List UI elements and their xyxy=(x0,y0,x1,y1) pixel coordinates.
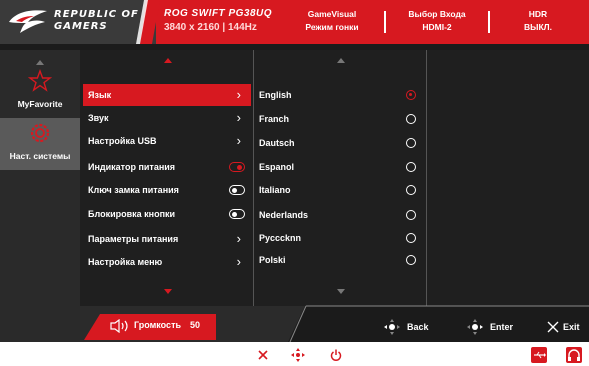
language-label: Dautsch xyxy=(259,138,295,148)
radio-icon[interactable] xyxy=(406,233,416,243)
language-option-spanish[interactable]: Espanol xyxy=(255,156,425,178)
column-divider xyxy=(426,50,427,306)
menu-item-language[interactable]: Язык › xyxy=(83,84,251,106)
language-option-polish[interactable]: Polski xyxy=(255,249,425,271)
radio-icon[interactable] xyxy=(406,138,416,148)
menu-item-label: Индикатор питания xyxy=(88,162,176,172)
menu-item-key-lock[interactable]: Блокировка кнопки xyxy=(83,203,251,225)
hdr-title: HDR xyxy=(528,9,548,19)
gear-icon xyxy=(30,123,50,143)
language-label: Italiano xyxy=(259,185,291,195)
menu-item-label: Настройка USB xyxy=(88,136,157,146)
input-select-status: Выбор Входа HDMI-2 xyxy=(388,8,486,34)
brand-line-2: GAMERS xyxy=(54,21,108,32)
hdr-status: HDR ВЫКЛ. xyxy=(492,8,584,34)
language-scroll-up-icon[interactable] xyxy=(337,58,345,63)
monitor-model: ROG SWIFT PG38UQ xyxy=(164,8,273,19)
radio-icon[interactable] xyxy=(406,114,416,124)
gamevisual-status: GameVisual Режим гонки xyxy=(282,8,382,34)
exit-button[interactable]: Exit xyxy=(545,318,589,336)
language-label: English xyxy=(259,90,292,100)
menu-item-label: Ключ замка питания xyxy=(88,185,179,195)
radio-icon[interactable] xyxy=(406,210,416,220)
volume-label: Громкость xyxy=(134,320,182,330)
power-key-lock-toggle[interactable] xyxy=(229,185,245,195)
radio-icon[interactable] xyxy=(406,185,416,195)
usb-icon xyxy=(531,347,547,363)
language-option-russian[interactable]: Pycccknn xyxy=(255,227,425,249)
star-icon xyxy=(28,69,52,92)
input-select-title: Выбор Входа xyxy=(408,9,466,19)
five-way-nav-icon xyxy=(291,348,305,362)
menu-item-label: Параметры питания xyxy=(88,234,179,244)
headphones-icon xyxy=(568,349,580,361)
osd-window: REPUBLIC OF GAMERS ROG SWIFT PG38UQ 3840… xyxy=(0,0,589,342)
joystick-right-icon xyxy=(467,319,483,335)
header-separator xyxy=(488,11,490,33)
key-lock-toggle[interactable] xyxy=(229,209,245,219)
language-label: Nederlands xyxy=(259,210,309,220)
language-option-dutch[interactable]: Nederlands xyxy=(255,204,425,226)
menu-item-sound[interactable]: Звук › xyxy=(83,107,251,129)
resolution-readout: 3840 x 2160 | 144Hz xyxy=(164,22,257,33)
radio-icon[interactable] xyxy=(406,255,416,265)
sidebar-item-system-setup[interactable]: Наст. системы xyxy=(0,118,80,170)
enter-label: Enter xyxy=(490,322,514,332)
chevron-right-icon: › xyxy=(236,254,241,269)
exit-label: Exit xyxy=(563,322,580,332)
chevron-right-icon: › xyxy=(236,231,241,246)
menu-item-osd-setup[interactable]: Настройка меню › xyxy=(83,251,251,273)
chevron-right-icon: › xyxy=(236,87,241,102)
radio-selected-icon[interactable] xyxy=(406,90,416,100)
usb-symbol-icon xyxy=(534,351,546,359)
gamevisual-title: GameVisual xyxy=(307,9,357,19)
menu-item-usb-setup[interactable]: Настройка USB › xyxy=(83,130,251,152)
menu-item-power-key-lock[interactable]: Ключ замка питания xyxy=(83,179,251,201)
menu-item-label: Звук xyxy=(88,113,109,123)
rog-eye-icon xyxy=(9,10,47,33)
sidebar-item-label: Наст. системы xyxy=(9,151,71,161)
speaker-volume-icon xyxy=(110,319,128,333)
back-button[interactable]: Back xyxy=(383,318,443,336)
language-option-french[interactable]: Franch xyxy=(255,108,425,130)
header-separator xyxy=(384,11,386,33)
sidebar-scroll-up-icon[interactable] xyxy=(36,60,44,65)
language-label: Pycccknn xyxy=(259,233,302,243)
chevron-right-icon: › xyxy=(236,110,241,125)
column-divider xyxy=(253,50,254,306)
enter-button[interactable]: Enter xyxy=(466,318,526,336)
radio-icon[interactable] xyxy=(406,162,416,172)
rog-logo: REPUBLIC OF GAMERS xyxy=(8,6,148,38)
sidebar-item-myfavorite[interactable]: MyFavorite xyxy=(0,66,80,118)
language-option-german[interactable]: Dautsch xyxy=(255,132,425,154)
menu-item-label: Язык xyxy=(88,90,112,100)
language-label: Espanol xyxy=(259,162,295,172)
joystick-left-icon xyxy=(384,319,400,335)
close-icon xyxy=(547,321,559,333)
language-label: Polski xyxy=(259,255,286,265)
hdr-value: ВЫКЛ. xyxy=(524,22,552,32)
volume-value: 50 xyxy=(190,320,201,330)
sidebar-item-label: MyFavorite xyxy=(17,99,63,109)
gamevisual-value: Режим гонки xyxy=(305,22,359,32)
menu-scroll-up-icon[interactable] xyxy=(164,58,172,63)
close-icon xyxy=(258,350,268,360)
power-indicator-toggle[interactable] xyxy=(229,162,245,172)
headset-icon xyxy=(566,347,582,363)
back-label: Back xyxy=(407,322,429,332)
language-option-italian[interactable]: Italiano xyxy=(255,179,425,201)
menu-item-power-indicator[interactable]: Индикатор питания xyxy=(83,156,251,178)
power-icon xyxy=(330,349,342,361)
menu-item-label: Блокировка кнопки xyxy=(88,209,176,219)
brand-line-1: REPUBLIC OF xyxy=(54,9,139,20)
input-select-value: HDMI-2 xyxy=(422,22,452,32)
chevron-right-icon: › xyxy=(236,133,241,148)
menu-item-power-settings[interactable]: Параметры питания › xyxy=(83,228,251,250)
menu-item-label: Настройка меню xyxy=(88,257,163,267)
language-option-english[interactable]: English xyxy=(255,84,425,106)
language-label: Franch xyxy=(259,114,290,124)
